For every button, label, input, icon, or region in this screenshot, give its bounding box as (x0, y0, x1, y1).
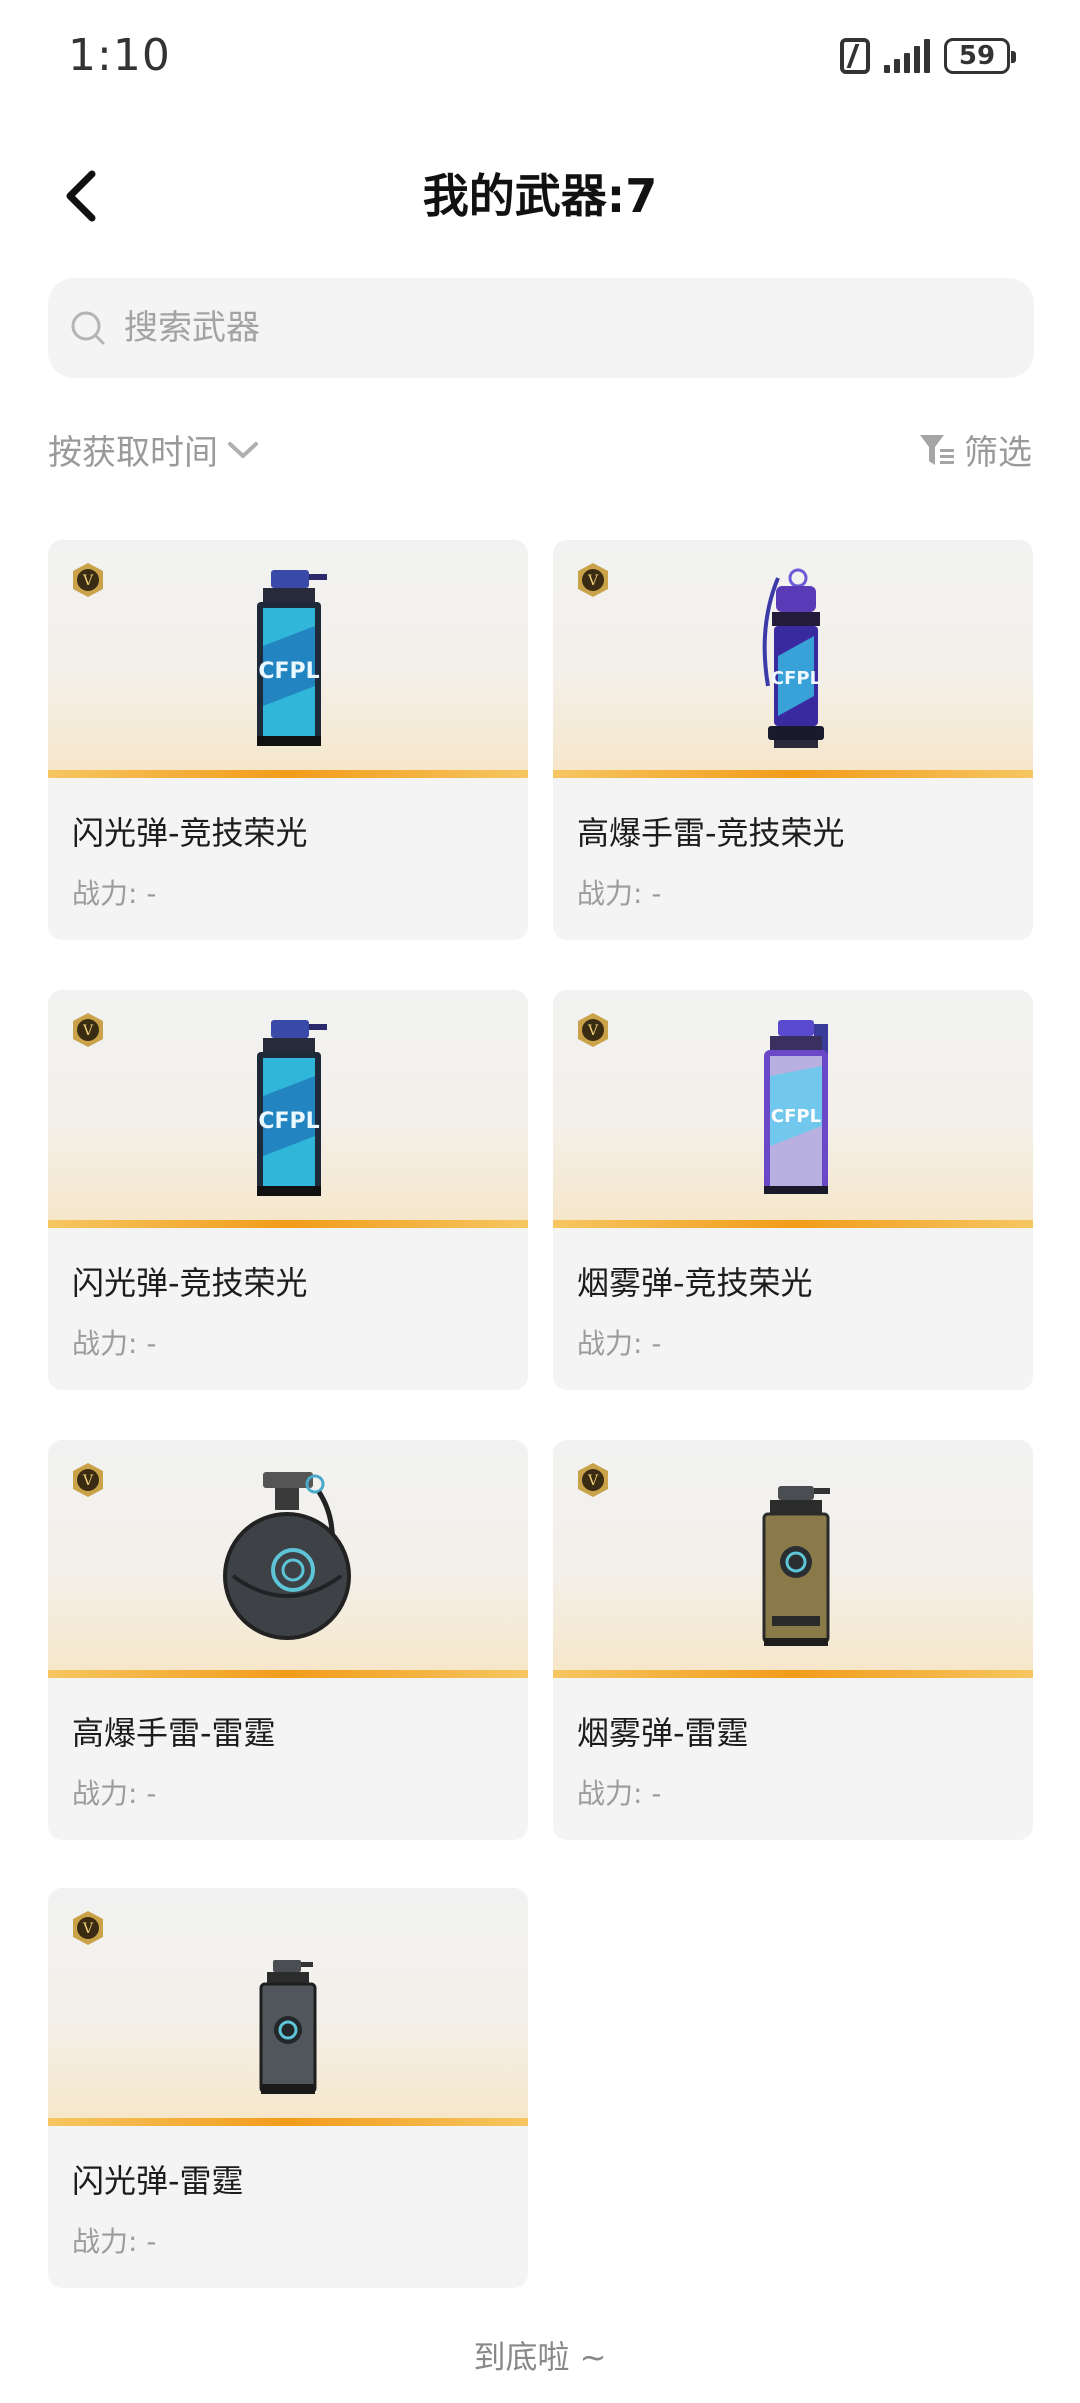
v-badge-icon: V (578, 563, 608, 597)
weapon-name: 闪光弹-竞技荣光 (72, 814, 308, 852)
svg-text:CFPL: CFPL (258, 1109, 319, 1134)
weapon-power: 战力: - (577, 1327, 662, 1360)
svg-text:V: V (82, 1023, 94, 1039)
svg-text:CFPL: CFPL (771, 1106, 821, 1127)
grenade-purple-icon: CFPL (762, 568, 824, 748)
svg-text:V: V (587, 1473, 599, 1489)
sphere-grenade-icon (223, 1472, 351, 1640)
weapon-image-area: V (48, 1888, 528, 2126)
filter-label: 筛选 (964, 433, 1032, 473)
v-badge-icon: V (73, 1013, 103, 1047)
weapon-image-area: V (48, 1440, 528, 1678)
weapon-power: 战力: - (72, 877, 157, 910)
weapon-card[interactable]: V CFPL 闪光弹-竞技荣光 战力: - (48, 540, 528, 940)
flashbang-blue-icon: CFPL (257, 1020, 327, 1196)
flashbang-dark-icon (259, 1960, 317, 2094)
end-of-list-text: 到底啦 ~ (473, 2338, 607, 2376)
page-title: 我的武器:7 (422, 169, 658, 223)
v-badge-icon: V (578, 1463, 608, 1497)
weapon-image-area: V CFPL (48, 990, 528, 1228)
v-badge-icon: V (578, 1013, 608, 1047)
weapon-card[interactable]: V 闪光弹-雷霆 战力: - (48, 1888, 528, 2288)
search-bar[interactable] (48, 278, 1034, 378)
svg-text:V: V (82, 573, 94, 589)
weapon-power: 战力: - (577, 1777, 662, 1810)
svg-text:V: V (587, 573, 599, 589)
weapon-name: 高爆手雷-竞技荣光 (577, 814, 845, 852)
v-badge-icon: V (73, 1463, 103, 1497)
weapon-name: 闪光弹-竞技荣光 (72, 1264, 308, 1302)
filter-button[interactable]: 筛选 (918, 425, 1032, 474)
smoke-bronze-icon (762, 1486, 830, 1646)
filter-icon (920, 434, 954, 465)
search-icon (71, 311, 105, 345)
weapon-power: 战力: - (72, 2225, 157, 2258)
sort-dropdown[interactable]: 按获取时间 (48, 425, 260, 474)
weapon-name: 烟雾弹-竞技荣光 (577, 1264, 813, 1302)
weapon-card[interactable]: V CFPL 高爆手雷-竞技荣光 战力: - (553, 540, 1033, 940)
weapon-name: 高爆手雷-雷霆 (72, 1714, 276, 1752)
status-time: 1:10 (68, 30, 171, 81)
nfc-icon (840, 38, 870, 74)
search-input[interactable] (122, 307, 926, 349)
weapon-card[interactable]: V 烟雾弹-雷霆 战力: - (553, 1440, 1033, 1840)
chevron-down-icon (228, 441, 258, 458)
weapon-card[interactable]: V CFPL 烟雾弹-竞技荣光 战力: - (553, 990, 1033, 1390)
flashbang-blue-icon: CFPL (257, 570, 327, 746)
status-icons: 59 (840, 32, 1016, 80)
battery-level: 59 (958, 41, 996, 71)
weapon-power: 战力: - (72, 1327, 157, 1360)
battery-icon: 59 (944, 38, 1016, 74)
weapon-image-area: V CFPL (48, 540, 528, 778)
weapon-image-area: V (553, 1440, 1033, 1678)
svg-text:CFPL: CFPL (771, 668, 821, 689)
signal-icon (884, 39, 930, 73)
weapon-name: 闪光弹-雷霆 (72, 2162, 244, 2200)
sort-label: 按获取时间 (48, 433, 218, 473)
weapon-card[interactable]: V CFPL 闪光弹-竞技荣光 战力: - (48, 990, 528, 1390)
v-badge-icon: V (73, 1911, 103, 1945)
weapon-image-area: V CFPL (553, 540, 1033, 778)
svg-text:V: V (82, 1921, 94, 1937)
svg-text:V: V (587, 1023, 599, 1039)
weapon-name: 烟雾弹-雷霆 (577, 1714, 749, 1752)
svg-text:CFPL: CFPL (258, 659, 319, 684)
weapon-card[interactable]: V 高爆手雷-雷霆 战力: - (48, 1440, 528, 1840)
svg-text:V: V (82, 1473, 94, 1489)
weapon-power: 战力: - (577, 877, 662, 910)
weapon-power: 战力: - (72, 1777, 157, 1810)
smoke-purple-icon: CFPL (764, 1020, 828, 1194)
status-bar: 1:10 59 (0, 0, 1080, 110)
weapon-image-area: V CFPL (553, 990, 1033, 1228)
v-badge-icon: V (73, 563, 103, 597)
